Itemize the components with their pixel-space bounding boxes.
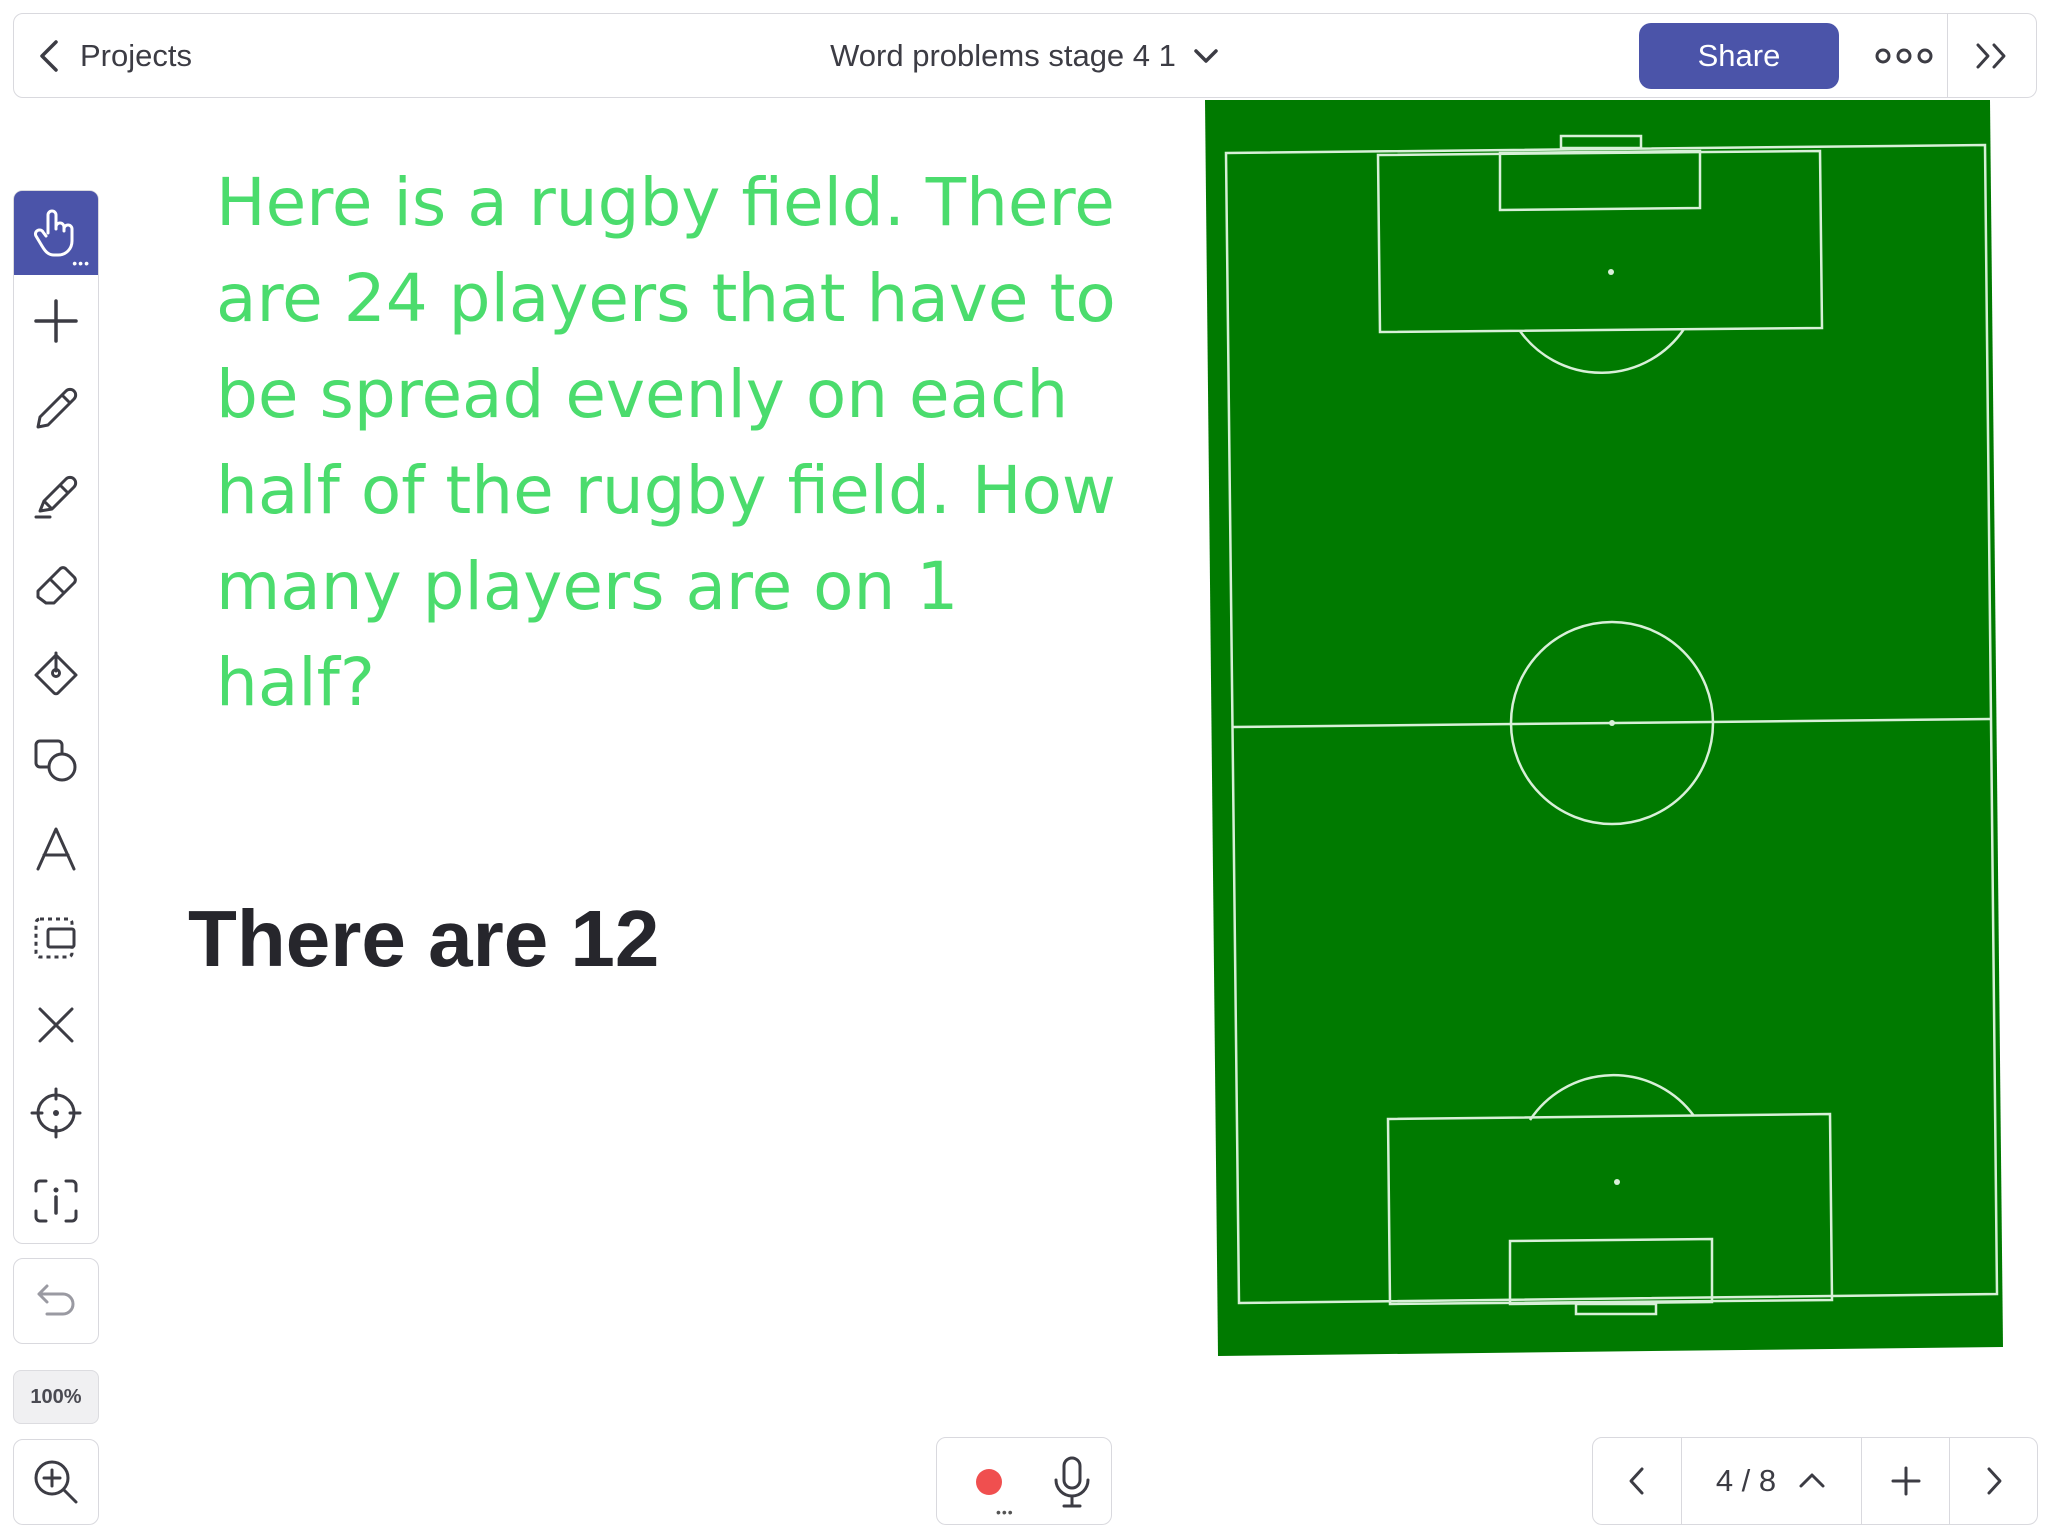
- project-title-dropdown[interactable]: Word problems stage 4 1: [830, 38, 1220, 74]
- double-chevron-right-icon: [1976, 43, 2006, 68]
- shapes-icon: [34, 739, 77, 782]
- paint-bucket-icon: [34, 651, 78, 696]
- plus-icon: [1891, 1466, 1921, 1496]
- eraser-tool[interactable]: [14, 543, 98, 627]
- audio-recorder: •••: [936, 1437, 1112, 1525]
- more-dots-icon: [1875, 48, 1933, 63]
- undo-button[interactable]: [13, 1258, 99, 1344]
- answer-text[interactable]: There are 12: [188, 893, 659, 985]
- zoom-button[interactable]: [13, 1439, 99, 1525]
- pencil-tool[interactable]: [14, 367, 98, 451]
- microphone-icon: [1054, 1456, 1090, 1508]
- info-frame-tool[interactable]: [14, 1159, 98, 1243]
- add-tool[interactable]: [14, 279, 98, 363]
- marker-tool[interactable]: [14, 455, 98, 539]
- more-options-button[interactable]: [1864, 14, 1944, 97]
- close-x-icon: [38, 1007, 74, 1043]
- delete-tool[interactable]: [14, 983, 98, 1067]
- field-grass: [1205, 100, 2003, 1356]
- undo-arrow-icon: [37, 1284, 75, 1316]
- zoom-in-icon: [34, 1460, 78, 1504]
- text-a-icon: [36, 827, 76, 871]
- question-text[interactable]: Here is a rugby field. There are 24 play…: [216, 155, 1116, 731]
- plus-icon: [34, 299, 78, 343]
- chevron-left-icon: [40, 39, 58, 72]
- shapes-tool[interactable]: [14, 719, 98, 803]
- frame-select-tool[interactable]: [14, 895, 98, 979]
- share-button[interactable]: Share: [1639, 23, 1839, 89]
- hand-pointer-icon: [34, 209, 74, 257]
- laser-pointer-tool[interactable]: [14, 1071, 98, 1155]
- field-image[interactable]: [1200, 100, 2005, 1360]
- text-tool[interactable]: [14, 807, 98, 891]
- zoom-level-button[interactable]: 100%: [13, 1370, 99, 1424]
- collapse-panel-button[interactable]: [1948, 14, 2036, 97]
- microphone-button[interactable]: [1047, 1452, 1097, 1512]
- chevron-down-icon: [1194, 48, 1218, 63]
- back-to-projects-button[interactable]: Projects: [36, 14, 192, 97]
- page-indicator: 4 / 8: [1715, 1463, 1777, 1498]
- crosshair-icon: [30, 1087, 82, 1139]
- pencil-icon: [36, 387, 78, 429]
- info-bracket-icon: [34, 1179, 78, 1223]
- top-bar: Projects Word problems stage 4 1 Share: [13, 13, 2037, 98]
- hand-select-tool[interactable]: •••: [14, 191, 98, 275]
- marker-icon: [34, 475, 78, 519]
- fill-tool[interactable]: [14, 631, 98, 715]
- chevron-left-icon: [1629, 1467, 1644, 1495]
- next-page-button[interactable]: [1950, 1438, 2037, 1524]
- chevron-right-icon: [1987, 1467, 2001, 1495]
- page-list-toggle[interactable]: 4 / 8: [1682, 1438, 1862, 1524]
- record-button[interactable]: [967, 1460, 1011, 1504]
- back-label: Projects: [80, 37, 192, 73]
- project-title: Word problems stage 4 1: [830, 37, 1176, 73]
- add-page-button[interactable]: [1862, 1438, 1950, 1524]
- record-dot-icon: [976, 1469, 1002, 1495]
- tool-palette: •••: [13, 190, 99, 1244]
- page-navigator: 4 / 8: [1592, 1437, 2038, 1525]
- tool-options-dots: •••: [72, 255, 90, 271]
- chevron-up-icon: [1799, 1473, 1825, 1488]
- eraser-icon: [36, 566, 77, 605]
- previous-page-button[interactable]: [1593, 1438, 1681, 1524]
- recorder-options-dots[interactable]: •••: [996, 1504, 1014, 1520]
- dashed-frame-icon: [34, 917, 76, 959]
